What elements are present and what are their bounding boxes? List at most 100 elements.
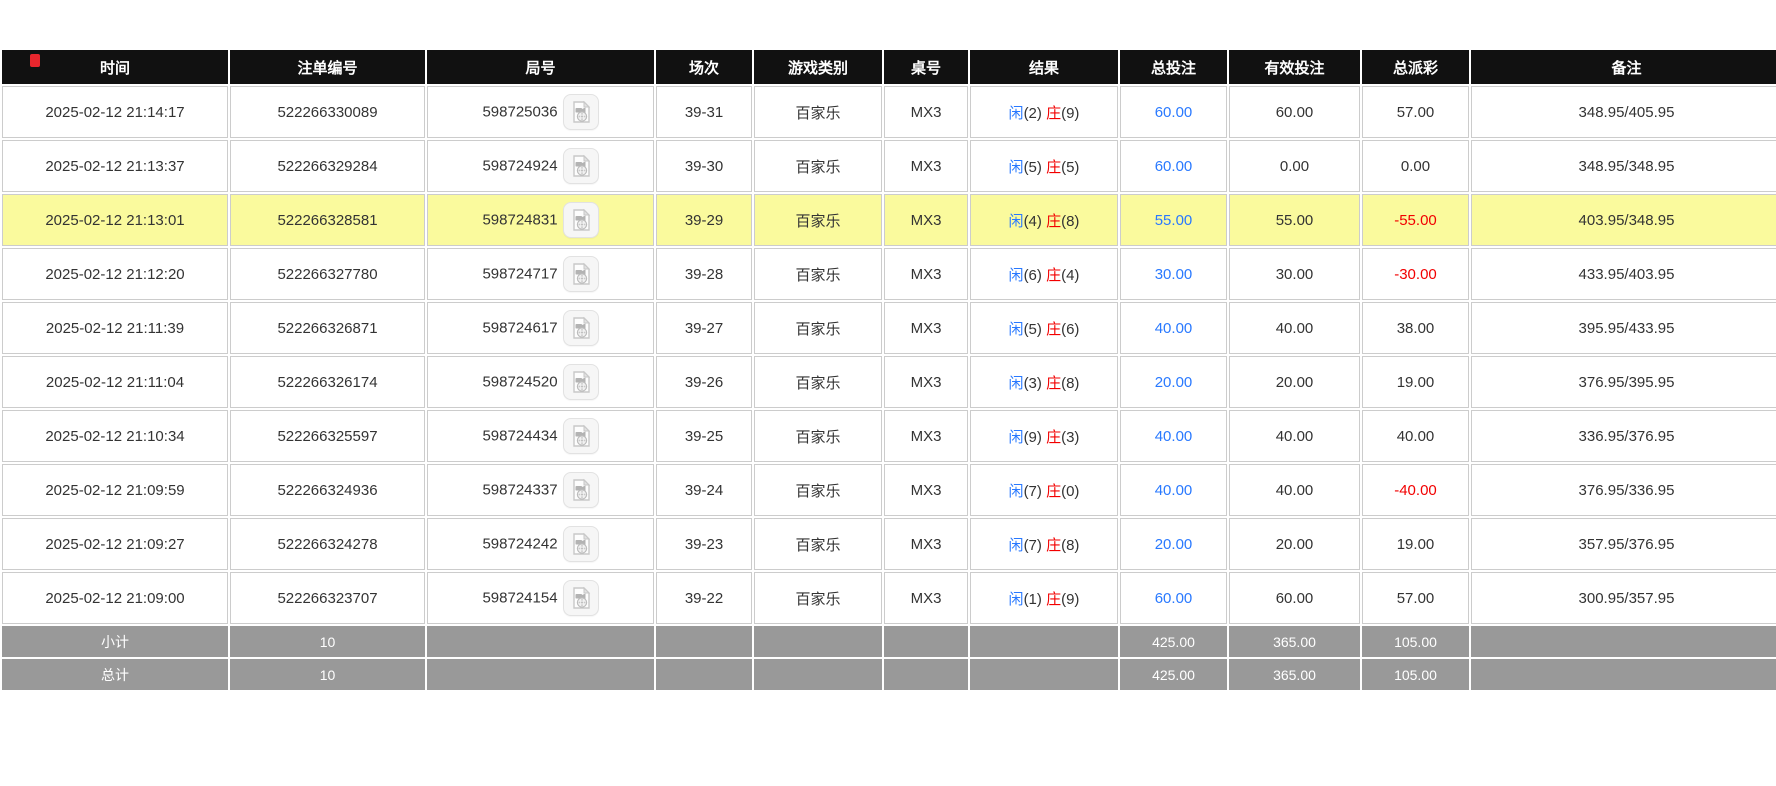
total-label: 总计 <box>2 659 228 690</box>
remark-cell: 403.95/348.95 <box>1471 194 1776 246</box>
payout-cell: 40.00 <box>1362 410 1469 462</box>
banker-score: (8) <box>1061 537 1079 554</box>
round-number: 598724337 <box>482 482 557 499</box>
game-type-cell: 百家乐 <box>754 518 882 570</box>
banker-score: (5) <box>1061 159 1079 176</box>
player-score: (1) <box>1024 591 1042 608</box>
total-bet-link[interactable]: 55.00 <box>1120 194 1227 246</box>
video-replay-icon-button[interactable] <box>563 202 599 238</box>
table-header: 时间 注单编号 局号 场次 游戏类别 桌号 结果 总投注 有效投注 总派彩 备注 <box>2 50 1776 84</box>
total-bet-link[interactable]: 60.00 <box>1120 86 1227 138</box>
payout-cell: -55.00 <box>1362 194 1469 246</box>
round-number: 598724717 <box>482 266 557 283</box>
round-cell: 598724924 <box>427 140 654 192</box>
player-label: 闲 <box>1009 105 1024 122</box>
total-valid-bet: 365.00 <box>1229 659 1360 690</box>
table-row: 2025-02-12 21:14:17 522266330089 5987250… <box>2 86 1776 138</box>
total-bet-link[interactable]: 60.00 <box>1120 572 1227 624</box>
player-score: (9) <box>1024 429 1042 446</box>
video-replay-icon-button[interactable] <box>563 580 599 616</box>
table-footer: 小计 10 425.00 365.00 105.00 总计 10 425.00 … <box>2 626 1776 690</box>
remark-cell: 336.95/376.95 <box>1471 410 1776 462</box>
banker-label: 庄 <box>1046 375 1061 392</box>
total-bet-link[interactable]: 40.00 <box>1120 464 1227 516</box>
result-cell: 闲(2) 庄(9) <box>970 86 1118 138</box>
top-left-red-mark <box>30 54 40 67</box>
payout-cell: 38.00 <box>1362 302 1469 354</box>
table-no-cell: MX3 <box>884 140 968 192</box>
player-label: 闲 <box>1009 159 1024 176</box>
banker-score: (4) <box>1061 267 1079 284</box>
valid-bet-cell: 30.00 <box>1229 248 1360 300</box>
subtotal-row: 小计 10 425.00 365.00 105.00 <box>2 626 1776 657</box>
col-header-bet-id: 注单编号 <box>230 50 425 84</box>
result-cell: 闲(5) 庄(6) <box>970 302 1118 354</box>
table-row: 2025-02-12 21:12:20 522266327780 5987247… <box>2 248 1776 300</box>
subtotal-empty-cell <box>1471 626 1776 657</box>
valid-bet-cell: 40.00 <box>1229 464 1360 516</box>
time-cell: 2025-02-12 21:09:27 <box>2 518 228 570</box>
valid-bet-cell: 20.00 <box>1229 356 1360 408</box>
video-replay-icon-button[interactable] <box>563 364 599 400</box>
total-bet-link[interactable]: 60.00 <box>1120 140 1227 192</box>
banker-score: (3) <box>1061 429 1079 446</box>
payout-cell: -30.00 <box>1362 248 1469 300</box>
table-no-cell: MX3 <box>884 194 968 246</box>
session-cell: 39-28 <box>656 248 752 300</box>
bet-id-cell: 522266328581 <box>230 194 425 246</box>
table-row: 2025-02-12 21:11:04 522266326174 5987245… <box>2 356 1776 408</box>
bet-id-cell: 522266326871 <box>230 302 425 354</box>
round-number: 598724924 <box>482 158 557 175</box>
bet-records-table: 时间 注单编号 局号 场次 游戏类别 桌号 结果 总投注 有效投注 总派彩 备注… <box>0 48 1776 692</box>
valid-bet-cell: 40.00 <box>1229 302 1360 354</box>
payout-cell: -40.00 <box>1362 464 1469 516</box>
result-cell: 闲(5) 庄(5) <box>970 140 1118 192</box>
total-count: 10 <box>230 659 425 690</box>
total-bet-link[interactable]: 20.00 <box>1120 518 1227 570</box>
video-replay-icon-button[interactable] <box>563 148 599 184</box>
total-empty-cell <box>754 659 882 690</box>
game-type-cell: 百家乐 <box>754 140 882 192</box>
session-cell: 39-23 <box>656 518 752 570</box>
total-empty-cell <box>884 659 968 690</box>
total-bet-link[interactable]: 40.00 <box>1120 302 1227 354</box>
result-cell: 闲(9) 庄(3) <box>970 410 1118 462</box>
bet-id-cell: 522266325597 <box>230 410 425 462</box>
banker-score: (6) <box>1061 321 1079 338</box>
video-replay-icon-button[interactable] <box>563 472 599 508</box>
round-number: 598724831 <box>482 212 557 229</box>
remark-cell: 395.95/433.95 <box>1471 302 1776 354</box>
session-cell: 39-25 <box>656 410 752 462</box>
bet-id-cell: 522266324936 <box>230 464 425 516</box>
total-payout: 105.00 <box>1362 659 1469 690</box>
col-header-payout: 总派彩 <box>1362 50 1469 84</box>
total-bet-link[interactable]: 40.00 <box>1120 410 1227 462</box>
banker-label: 庄 <box>1046 483 1061 500</box>
game-type-cell: 百家乐 <box>754 464 882 516</box>
video-replay-icon-button[interactable] <box>563 94 599 130</box>
player-label: 闲 <box>1009 429 1024 446</box>
table-row-highlighted: 2025-02-12 21:13:01 522266328581 5987248… <box>2 194 1776 246</box>
bet-id-cell: 522266326174 <box>230 356 425 408</box>
banker-label: 庄 <box>1046 267 1061 284</box>
time-cell: 2025-02-12 21:11:39 <box>2 302 228 354</box>
table-row: 2025-02-12 21:09:59 522266324936 5987243… <box>2 464 1776 516</box>
session-cell: 39-24 <box>656 464 752 516</box>
table-no-cell: MX3 <box>884 356 968 408</box>
banker-label: 庄 <box>1046 105 1061 122</box>
round-number: 598724434 <box>482 428 557 445</box>
valid-bet-cell: 40.00 <box>1229 410 1360 462</box>
total-bet-link[interactable]: 30.00 <box>1120 248 1227 300</box>
video-replay-icon-button[interactable] <box>563 418 599 454</box>
time-cell: 2025-02-12 21:10:34 <box>2 410 228 462</box>
video-replay-icon-button[interactable] <box>563 310 599 346</box>
valid-bet-cell: 60.00 <box>1229 572 1360 624</box>
result-cell: 闲(1) 庄(9) <box>970 572 1118 624</box>
valid-bet-cell: 20.00 <box>1229 518 1360 570</box>
video-replay-icon-button[interactable] <box>563 256 599 292</box>
total-bet-link[interactable]: 20.00 <box>1120 356 1227 408</box>
table-no-cell: MX3 <box>884 302 968 354</box>
video-replay-icon-button[interactable] <box>563 526 599 562</box>
player-score: (5) <box>1024 321 1042 338</box>
player-label: 闲 <box>1009 267 1024 284</box>
